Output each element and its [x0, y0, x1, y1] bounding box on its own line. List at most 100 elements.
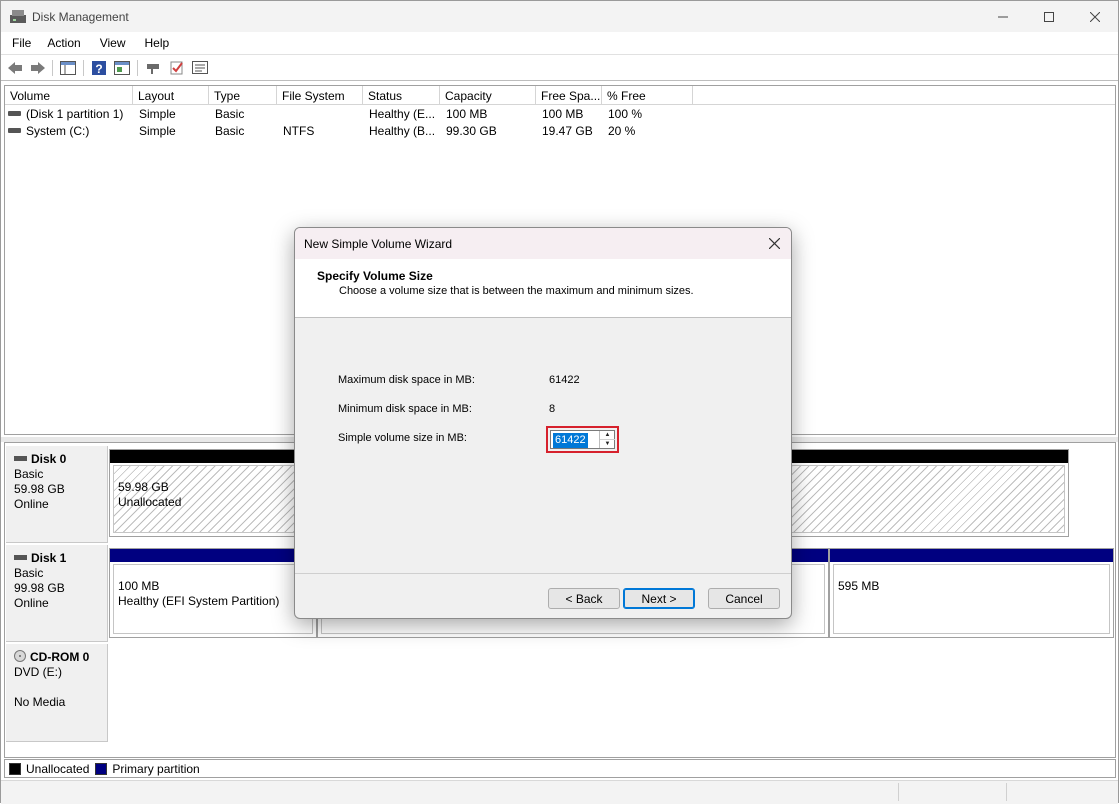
- primary-partition-swatch: [95, 762, 108, 775]
- status-bar-divider: [898, 783, 899, 801]
- drive-icon: [8, 128, 21, 134]
- disk-name: CD-ROM 0: [30, 650, 90, 664]
- spin-up-button[interactable]: ▲: [600, 431, 615, 440]
- cell-free-space: 19.47 GB: [542, 124, 593, 138]
- min-space-label: Minimum disk space in MB:: [338, 403, 472, 415]
- wizard-header: Specify Volume Size Choose a volume size…: [295, 259, 791, 318]
- max-space-label: Maximum disk space in MB:: [338, 374, 475, 386]
- cell-capacity: 100 MB: [446, 107, 488, 121]
- svg-text:?: ?: [95, 62, 102, 76]
- cell-status: Healthy (B...: [369, 124, 436, 138]
- disk-type: DVD (E:): [14, 665, 62, 679]
- legend-bar: Unallocated Primary partition: [4, 759, 1116, 778]
- new-simple-volume-wizard-dialog: New Simple Volume Wizard Specify Volume …: [294, 227, 792, 619]
- column-layout[interactable]: Layout: [133, 86, 209, 105]
- maximize-icon: [1044, 11, 1054, 22]
- toolbar-separator: [52, 60, 53, 76]
- back-button[interactable]: < Back: [548, 588, 620, 609]
- column-file-system[interactable]: File System: [277, 86, 363, 105]
- chevron-up-icon: ▲: [604, 431, 611, 438]
- disk-1-label[interactable]: Disk 1 Basic 99.98 GB Online: [6, 545, 108, 642]
- back-arrow-icon[interactable]: [6, 59, 24, 77]
- spin-down-button[interactable]: ▼: [600, 440, 615, 449]
- cd-rom-icon: [14, 650, 26, 663]
- disk-1-efi-partition[interactable]: 100 MB Healthy (EFI System Partition): [109, 548, 317, 638]
- menu-help[interactable]: Help: [134, 32, 178, 54]
- cell-type: Basic: [215, 124, 245, 138]
- maximize-button[interactable]: [1026, 1, 1072, 32]
- settings-list-icon[interactable]: [191, 59, 209, 77]
- close-button[interactable]: [1072, 1, 1118, 32]
- help-icon[interactable]: ?: [90, 59, 108, 77]
- cell-type: Basic: [215, 107, 245, 121]
- menu-bar: File Action View Help: [1, 32, 1118, 54]
- next-button[interactable]: Next >: [623, 588, 695, 609]
- column-percent-free[interactable]: % Free: [602, 86, 693, 105]
- disk-name: Disk 0: [31, 452, 67, 466]
- disk-management-window: Disk Management File Action View Help ?: [0, 0, 1119, 804]
- status-bar: [1, 780, 1118, 804]
- connect-icon[interactable]: [144, 59, 162, 77]
- title-bar: Disk Management: [1, 1, 1118, 32]
- disk-size: 99.98 GB: [14, 581, 65, 595]
- menu-file[interactable]: File: [1, 32, 39, 54]
- footer-separator: [295, 573, 791, 574]
- disk-1-recovery-partition[interactable]: 595 MB: [829, 548, 1114, 638]
- minimize-button[interactable]: [980, 1, 1026, 32]
- column-status[interactable]: Status: [363, 86, 440, 105]
- menu-view[interactable]: View: [89, 32, 134, 54]
- menu-action[interactable]: Action: [39, 32, 88, 54]
- cell-layout: Simple: [139, 107, 176, 121]
- cdrom-0-label[interactable]: CD-ROM 0 DVD (E:) No Media: [6, 644, 108, 742]
- volume-size-label: Simple volume size in MB:: [338, 432, 467, 444]
- disk-type: Basic: [14, 566, 44, 580]
- highlight-box: 61422 ▲ ▼: [546, 426, 619, 453]
- volume-size-input[interactable]: 61422: [553, 433, 588, 448]
- wizard-body: Maximum disk space in MB: 61422 Minimum …: [295, 319, 791, 573]
- cell-free-space: 100 MB: [542, 107, 584, 121]
- max-space-value: 61422: [549, 374, 580, 386]
- properties-icon[interactable]: [113, 59, 131, 77]
- disk-size: 59.98 GB: [14, 482, 65, 496]
- column-capacity[interactable]: Capacity: [440, 86, 536, 105]
- dialog-close-button[interactable]: [761, 231, 787, 256]
- drive-icon: [8, 111, 21, 117]
- disk-0-label[interactable]: Disk 0 Basic 59.98 GB Online: [6, 446, 108, 543]
- checklist-icon[interactable]: [168, 59, 186, 77]
- chevron-down-icon: ▼: [604, 440, 611, 447]
- legend-unallocated: Unallocated: [26, 761, 90, 776]
- column-type[interactable]: Type: [209, 86, 277, 105]
- volume-size-spinbox[interactable]: 61422 ▲ ▼: [550, 430, 615, 449]
- table-row[interactable]: System (C:) Simple Basic NTFS Healthy (B…: [5, 123, 1115, 140]
- show-hide-console-tree-icon[interactable]: [59, 59, 77, 77]
- disk-state: Online: [14, 596, 49, 610]
- close-icon: [768, 238, 780, 249]
- cell-status: Healthy (E...: [369, 107, 436, 121]
- disk-icon: [14, 555, 27, 561]
- wizard-subheading: Choose a volume size that is between the…: [339, 285, 694, 297]
- minimize-icon: [998, 16, 1008, 17]
- disk-management-icon: [10, 10, 26, 23]
- cell-percent-free: 20 %: [608, 124, 636, 138]
- unallocated-swatch: [9, 762, 21, 775]
- cell-volume: (Disk 1 partition 1): [26, 107, 124, 121]
- status-bar-divider: [1006, 783, 1007, 801]
- cell-file-system: NTFS: [283, 124, 315, 138]
- min-space-value: 8: [549, 403, 556, 415]
- dialog-title-bar: New Simple Volume Wizard: [295, 228, 791, 259]
- column-header: Volume Layout Type File System Status Ca…: [5, 86, 1115, 105]
- cell-layout: Simple: [139, 124, 176, 138]
- wizard-heading: Specify Volume Size: [317, 269, 433, 283]
- disk-type: Basic: [14, 467, 44, 481]
- window-title: Disk Management: [32, 10, 129, 24]
- table-row[interactable]: (Disk 1 partition 1) Simple Basic Health…: [5, 106, 1115, 123]
- forward-arrow-icon[interactable]: [29, 59, 47, 77]
- column-free-space[interactable]: Free Spa...: [536, 86, 602, 105]
- disk-icon: [14, 456, 27, 462]
- cancel-button[interactable]: Cancel: [708, 588, 780, 609]
- partition-size: 100 MB: [118, 579, 160, 593]
- column-volume[interactable]: Volume: [5, 86, 133, 105]
- primary-partition-bar: [110, 549, 316, 562]
- toolbar-separator: [137, 60, 138, 76]
- close-icon: [1090, 11, 1100, 22]
